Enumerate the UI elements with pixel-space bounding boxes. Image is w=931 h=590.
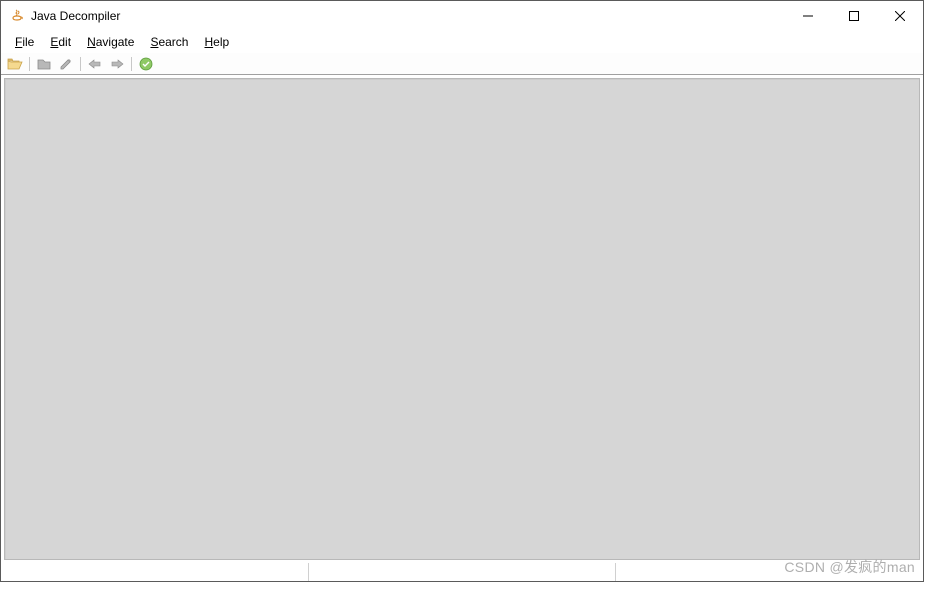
menubar: File Edit Navigate Search Help (1, 31, 923, 53)
titlebar: Java Decompiler (1, 1, 923, 31)
back-button[interactable] (85, 55, 105, 73)
globe-check-icon (139, 57, 153, 71)
open-type-icon (36, 57, 52, 71)
window-title: Java Decompiler (31, 9, 120, 23)
refresh-button[interactable] (136, 55, 156, 73)
pencil-icon (59, 57, 73, 71)
menu-navigate[interactable]: Navigate (81, 33, 140, 51)
statusbar-panel (1, 563, 309, 581)
statusbar (1, 563, 923, 581)
toolbar (1, 53, 923, 75)
close-button[interactable] (877, 1, 923, 31)
arrow-left-icon (88, 58, 102, 70)
open-folder-icon (7, 57, 23, 71)
menu-edit[interactable]: Edit (44, 33, 77, 51)
app-window: Java Decompiler File Edit Navigate Searc… (0, 0, 924, 582)
open-type-button[interactable] (34, 55, 54, 73)
menu-file[interactable]: File (9, 33, 40, 51)
open-file-button[interactable] (5, 55, 25, 73)
window-controls (785, 1, 923, 31)
toolbar-separator (80, 57, 81, 71)
maximize-button[interactable] (831, 1, 877, 31)
save-button[interactable] (56, 55, 76, 73)
menu-search[interactable]: Search (144, 33, 194, 51)
statusbar-panel (309, 563, 617, 581)
toolbar-separator (131, 57, 132, 71)
arrow-right-icon (110, 58, 124, 70)
app-icon (9, 8, 25, 24)
forward-button[interactable] (107, 55, 127, 73)
statusbar-panel (616, 563, 923, 581)
toolbar-separator (29, 57, 30, 71)
menu-help[interactable]: Help (198, 33, 235, 51)
minimize-button[interactable] (785, 1, 831, 31)
content-area (4, 78, 920, 560)
